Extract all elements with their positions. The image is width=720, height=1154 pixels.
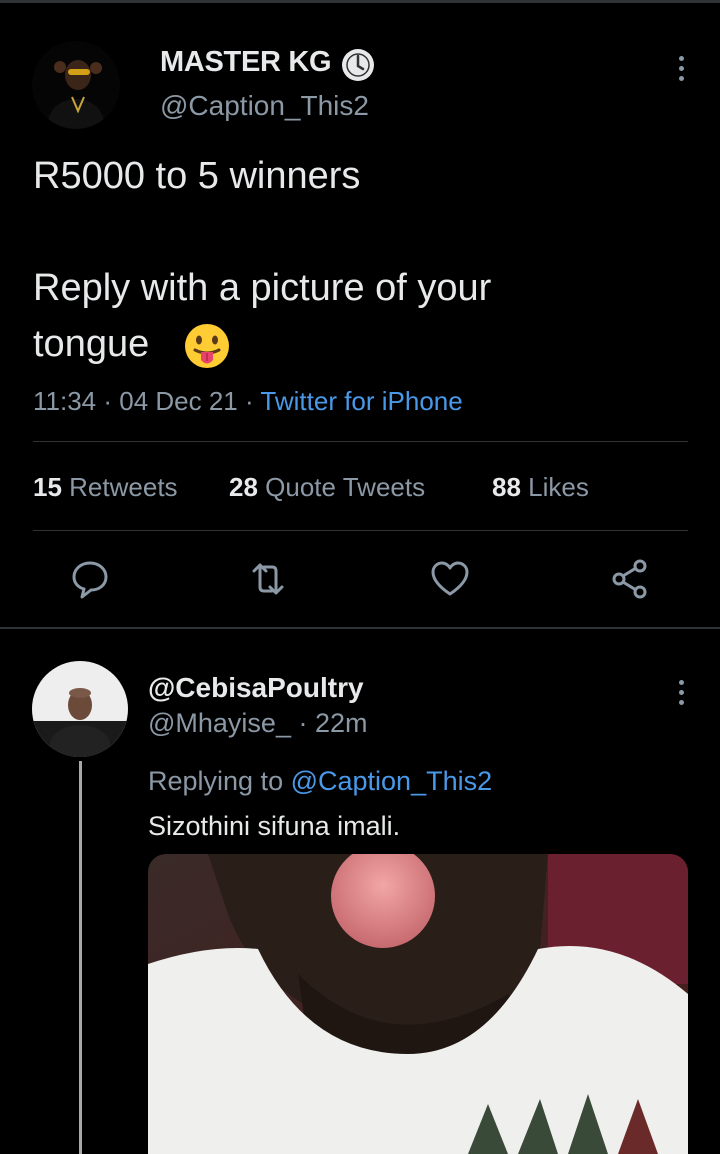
quote-tweets-stat[interactable]: 28 Quote Tweets — [229, 472, 425, 503]
top-border — [0, 0, 720, 3]
author-handle[interactable]: @Caption_This2 — [160, 90, 369, 122]
author-avatar[interactable] — [32, 41, 120, 129]
reply-timestamp: · 22m — [290, 708, 368, 738]
replying-to: Replying to @Caption_This2 — [148, 766, 492, 797]
reply-media-image[interactable] — [148, 854, 688, 1154]
verified-badge-icon — [342, 49, 374, 81]
tweet-timestamp: 11:34 · 04 Dec 21 · — [33, 386, 261, 416]
divider — [33, 441, 688, 442]
section-divider — [0, 627, 720, 629]
likes-count: 88 — [492, 472, 521, 502]
replying-prefix: Replying to — [148, 766, 291, 796]
reply-author-meta: @Mhayise_ · 22m — [148, 708, 368, 739]
thread-line — [79, 761, 82, 1154]
retweets-count: 15 — [33, 472, 62, 502]
replying-handle-link[interactable]: @Caption_This2 — [291, 766, 493, 796]
reply-author-avatar[interactable] — [32, 661, 128, 757]
quotes-label: Quote Tweets — [265, 472, 426, 502]
reply-icon[interactable] — [68, 557, 112, 601]
reply-author-name[interactable]: @CebisaPoultry — [148, 672, 364, 704]
tweet-meta: 11:34 · 04 Dec 21 · Twitter for iPhone — [33, 386, 463, 417]
reply-author-handle[interactable]: @Mhayise_ — [148, 708, 291, 738]
likes-stat[interactable]: 88 Likes — [492, 472, 589, 503]
more-icon[interactable] — [677, 56, 685, 81]
tweet-text-line-3: tongue — [33, 323, 150, 365]
tongue-out-face-emoji — [183, 322, 231, 370]
reply-text: Sizothini sifuna imali. — [148, 811, 401, 841]
author-name[interactable]: MASTER KG — [160, 46, 332, 79]
tweet-text-line-1: R5000 to 5 winners — [33, 155, 361, 197]
likes-label: Likes — [528, 472, 589, 502]
quotes-count: 28 — [229, 472, 258, 502]
tweet-text-line-2: Reply with a picture of your — [33, 267, 492, 309]
tweet-source-link[interactable]: Twitter for iPhone — [260, 386, 462, 416]
retweets-stat[interactable]: 15 Retweets — [33, 472, 178, 503]
more-icon[interactable] — [677, 680, 685, 705]
retweets-label: Retweets — [69, 472, 178, 502]
share-icon[interactable] — [608, 557, 652, 601]
divider — [33, 530, 688, 531]
like-icon[interactable] — [428, 557, 472, 601]
retweet-icon[interactable] — [246, 557, 290, 601]
